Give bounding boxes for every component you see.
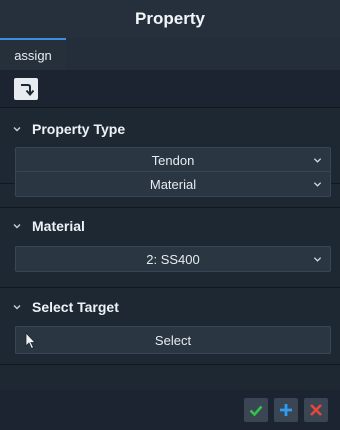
footer-actions bbox=[0, 390, 340, 430]
section-header-property-type[interactable]: Property Type bbox=[0, 117, 340, 141]
section-title-material: Material bbox=[32, 218, 85, 234]
section-header-select-target[interactable]: Select Target bbox=[0, 295, 340, 319]
return-button[interactable] bbox=[14, 77, 38, 100]
toolbar bbox=[0, 70, 340, 108]
tab-bar: assign bbox=[0, 38, 340, 70]
chevron-down-icon bbox=[313, 257, 322, 262]
property-type-dropdown[interactable]: Tendon bbox=[15, 147, 331, 173]
chevron-down-icon bbox=[12, 124, 22, 134]
section-property-subtype: Material bbox=[0, 164, 340, 208]
return-arrow-icon bbox=[21, 83, 34, 96]
plus-icon bbox=[280, 404, 292, 416]
material-value: 2: SS400 bbox=[146, 251, 200, 267]
chevron-down-icon bbox=[12, 302, 22, 312]
tab-bar-empty bbox=[66, 38, 340, 70]
panel-title: Property bbox=[0, 0, 340, 38]
section-title-select-target: Select Target bbox=[32, 299, 119, 315]
property-subtype-dropdown[interactable]: Material bbox=[15, 171, 331, 197]
select-button-label: Select bbox=[154, 332, 192, 348]
section-material: Material 2: SS400 bbox=[0, 208, 340, 288]
cursor-arrow-icon bbox=[25, 332, 36, 350]
property-type-value: Tendon bbox=[151, 152, 195, 168]
property-panel: Property assign Property Type Tendon Mat… bbox=[0, 0, 340, 430]
section-header-material[interactable]: Material bbox=[0, 214, 340, 238]
chevron-down-icon bbox=[313, 182, 322, 187]
add-button[interactable] bbox=[274, 398, 298, 422]
chevron-down-icon bbox=[12, 221, 22, 231]
section-select-target: Select Target Select bbox=[0, 288, 340, 365]
select-button[interactable]: Select bbox=[15, 326, 331, 354]
check-icon bbox=[249, 405, 263, 417]
tab-assign[interactable]: assign bbox=[0, 38, 66, 70]
confirm-button[interactable] bbox=[244, 398, 268, 422]
material-dropdown[interactable]: 2: SS400 bbox=[15, 246, 331, 272]
close-button[interactable] bbox=[304, 398, 328, 422]
section-title-property-type: Property Type bbox=[32, 121, 126, 137]
chevron-down-icon bbox=[313, 158, 322, 163]
property-subtype-value: Material bbox=[149, 176, 197, 192]
close-icon bbox=[310, 404, 322, 416]
